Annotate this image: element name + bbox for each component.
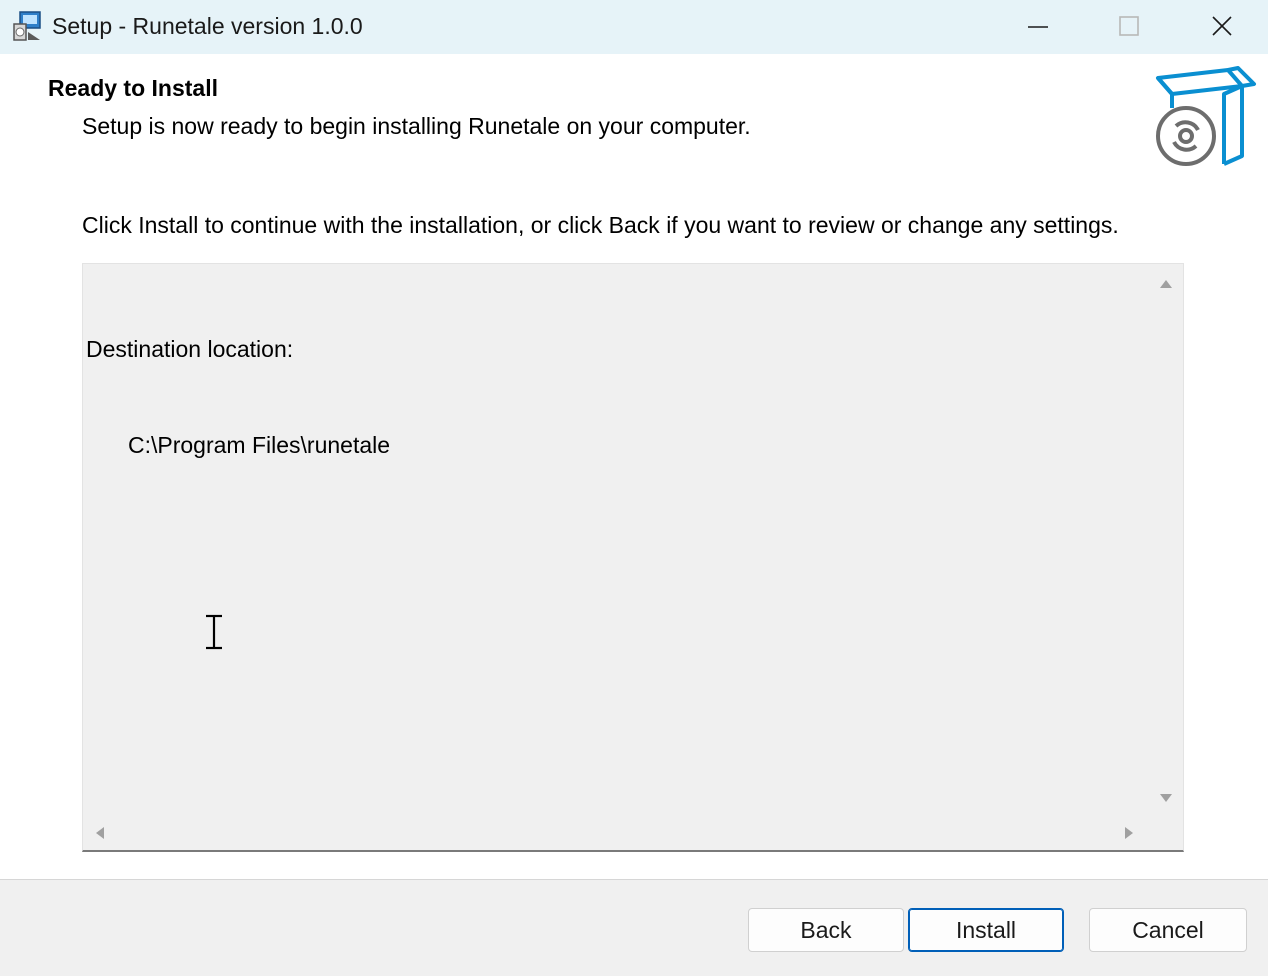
horizontal-scrollbar[interactable] <box>83 815 1150 850</box>
instructions-text: Click Install to continue with the insta… <box>82 212 1119 238</box>
close-icon <box>1212 16 1232 36</box>
cancel-button[interactable]: Cancel <box>1089 908 1247 952</box>
scroll-corner <box>1150 815 1183 850</box>
minimize-button[interactable] <box>992 0 1084 54</box>
ready-memo[interactable]: Destination location: C:\Program Files\r… <box>82 263 1184 852</box>
setup-window: Setup - Runetale version 1.0.0 Ready to … <box>0 0 1268 976</box>
install-button[interactable]: Install <box>908 908 1064 952</box>
vertical-scrollbar[interactable] <box>1150 264 1183 815</box>
close-button[interactable] <box>1176 0 1268 54</box>
scroll-down-icon[interactable] <box>1160 794 1172 802</box>
page-title: Ready to Install <box>48 75 218 101</box>
memo-content: Destination location: C:\Program Files\r… <box>86 269 390 525</box>
maximize-button[interactable] <box>1084 0 1176 54</box>
scroll-up-icon[interactable] <box>1160 280 1172 288</box>
page-subtitle: Setup is now ready to begin installing R… <box>82 113 751 139</box>
installer-icon <box>10 10 44 44</box>
window-title: Setup - Runetale version 1.0.0 <box>52 13 363 39</box>
title-bar[interactable]: Setup - Runetale version 1.0.0 <box>0 0 1268 54</box>
text-cursor-icon <box>202 614 226 650</box>
button-bar: Back Install Cancel <box>0 880 1268 976</box>
maximize-icon <box>1119 16 1139 36</box>
scroll-right-icon[interactable] <box>1125 827 1133 839</box>
scroll-left-icon[interactable] <box>96 827 104 839</box>
minimize-icon <box>1028 26 1048 28</box>
box-disc-icon <box>1150 64 1260 170</box>
memo-destination-label: Destination location: <box>86 336 294 362</box>
back-button[interactable]: Back <box>748 908 904 952</box>
memo-destination-value: C:\Program Files\runetale <box>128 432 391 458</box>
